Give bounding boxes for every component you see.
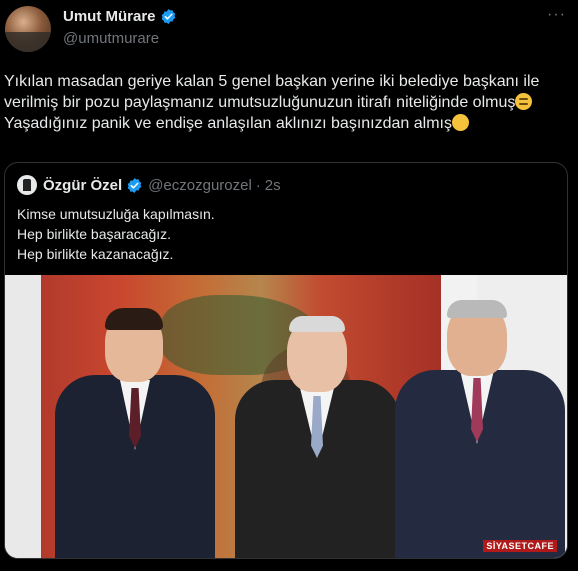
quoted-author-avatar[interactable] (17, 175, 37, 195)
author-avatar[interactable] (5, 6, 51, 52)
author-display-name[interactable]: Umut Mürare (63, 8, 156, 25)
author-handle[interactable]: @umutmurare (63, 30, 159, 47)
quoted-tweet-photo[interactable]: SİYASETCAFE (5, 275, 567, 558)
photo-wall-left (5, 275, 45, 558)
more-dots-icon[interactable]: ··· (547, 6, 566, 24)
photo-person-right (395, 300, 565, 558)
quoted-separator: · (255, 176, 261, 194)
verified-badge-icon (161, 9, 175, 24)
quoted-author-handle[interactable]: @eczozgurozel (148, 177, 252, 194)
unamused-emoji-icon (515, 93, 533, 110)
quoted-timestamp[interactable]: 2s (265, 177, 281, 194)
grinning-emoji-icon (451, 114, 469, 131)
photo-person-center (235, 310, 405, 558)
watermark-part-a: SİYASET (486, 541, 528, 551)
quoted-tweet[interactable]: Özgür Özel @eczozgurozel · 2s Kimse umut… (4, 162, 568, 559)
quoted-tweet-header: Özgür Özel @eczozgurozel · 2s (17, 175, 281, 195)
tweet-line-2: Yaşadığınız panik ve endişe anlaşılan ak… (4, 115, 452, 132)
author-name-row: Umut Mürare (63, 8, 177, 25)
quoted-author-name[interactable]: Özgür Özel (43, 177, 122, 194)
quoted-verified-badge-icon (127, 177, 142, 193)
quoted-tweet-text: Kimse umutsuzluğa kapılmasın. Hep birlik… (17, 206, 215, 262)
photo-person-left (45, 308, 215, 558)
watermark-part-b: CAFE (527, 541, 554, 551)
tweet-line-1: Yıkılan masadan geriye kalan 5 genel baş… (4, 73, 540, 111)
tweet-text: Yıkılan masadan geriye kalan 5 genel baş… (4, 71, 570, 134)
photo-watermark: SİYASETCAFE (483, 540, 557, 552)
